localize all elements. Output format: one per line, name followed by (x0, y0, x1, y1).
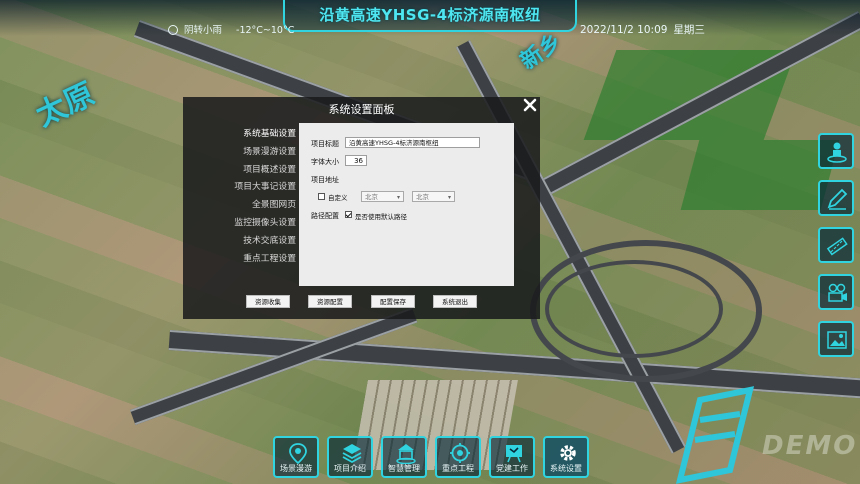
camera-monitor-icon[interactable] (818, 274, 854, 310)
system-exit-button[interactable]: 系统退出 (433, 295, 477, 308)
menu-item-tech-briefing[interactable]: 技术交底设置 (232, 233, 296, 251)
menu-item-scene-roaming[interactable]: 场景漫游设置 (232, 144, 296, 162)
farmland (680, 140, 840, 210)
gear-icon (560, 445, 576, 461)
nav-label: 场景漫游 (280, 464, 312, 473)
project-title-label: 项目标题 (311, 140, 339, 148)
location-pin-icon (289, 443, 307, 464)
custom-address-label: 自定义 (328, 194, 348, 202)
weather-sun-icon (168, 25, 178, 35)
flag-board-icon (506, 445, 522, 463)
pen-edit-icon[interactable] (818, 180, 854, 216)
nav-label: 系统设置 (550, 464, 582, 473)
nav-smart-management[interactable]: 智慧管理 (381, 436, 427, 478)
resource-collect-button[interactable]: 资源收集 (246, 295, 290, 308)
menu-item-panorama[interactable]: 全景图网页 (232, 197, 296, 215)
nav-label: 重点工程 (442, 464, 474, 473)
app-title: 沿黄高速YHSG-4标济源南枢纽 (319, 6, 541, 24)
city-select[interactable]: 北京 ▾ (412, 191, 455, 202)
font-size-input[interactable]: 36 (345, 155, 367, 166)
nav-system-settings[interactable]: 系统设置 (543, 436, 589, 478)
font-size-label: 字体大小 (311, 158, 339, 166)
layers-icon (342, 444, 362, 464)
right-toolbar (818, 133, 858, 368)
address-label: 项目地址 (311, 176, 339, 184)
weekday-text: 星期三 (673, 24, 705, 36)
dialog-title: 系统设置面板 (328, 103, 395, 116)
menu-item-project-overview[interactable]: 项目概述设置 (232, 162, 296, 180)
settings-panel: 项目标题 沿黄高速YHSG-4标济源南枢纽 字体大小 36 项目地址 自定义 北… (299, 123, 514, 286)
route-config-label: 路径配置 (311, 212, 339, 220)
config-save-button[interactable]: 配置保存 (371, 295, 415, 308)
settings-menu: 系统基础设置 场景漫游设置 项目概述设置 项目大事记设置 全景图网页 监控摄像头… (232, 126, 296, 268)
map-label-northwest: 太原 (30, 76, 101, 134)
default-route-checkbox[interactable] (345, 211, 352, 218)
nav-party-work[interactable]: 党建工作 (489, 436, 535, 478)
nav-project-intro[interactable]: 项目介绍 (327, 436, 373, 478)
temperature: -12°C~10°C (236, 25, 295, 36)
building-icon (396, 444, 416, 464)
custom-address-checkbox[interactable] (318, 193, 325, 200)
nav-key-projects[interactable]: 重点工程 (435, 436, 481, 478)
resource-config-button[interactable]: 资源配置 (308, 295, 352, 308)
close-icon[interactable] (523, 98, 537, 112)
menu-item-cameras[interactable]: 监控摄像头设置 (232, 215, 296, 233)
person-location-icon[interactable] (818, 133, 854, 169)
project-title-input[interactable]: 沿黄高速YHSG-4标济源南枢纽 (345, 137, 480, 148)
chevron-down-icon: ▾ (396, 194, 400, 201)
menu-item-milestones[interactable]: 项目大事记设置 (232, 179, 296, 197)
image-gallery-icon[interactable] (818, 321, 854, 357)
weather-text: 阴转小雨 (184, 25, 223, 36)
chevron-down-icon: ▾ (447, 194, 451, 201)
city-value: 北京 (416, 193, 429, 201)
date-time-text: 2022/11/2 10:09 (580, 24, 668, 36)
province-select[interactable]: 北京 ▾ (361, 191, 404, 202)
nav-label: 项目介绍 (334, 464, 366, 473)
demo-watermark: DEMO (762, 431, 858, 461)
datetime: 2022/11/2 10:09 星期三 (580, 22, 705, 37)
menu-item-basic[interactable]: 系统基础设置 (232, 126, 296, 144)
nav-label: 智慧管理 (388, 464, 420, 473)
default-route-label: 是否使用默认路径 (355, 213, 407, 221)
gear-target-icon (450, 443, 470, 463)
ruler-measure-icon[interactable] (818, 227, 854, 263)
interchange-ramp (545, 260, 723, 358)
province-value: 北京 (365, 193, 378, 201)
nav-scene-roaming[interactable]: 场景漫游 (273, 436, 319, 478)
map-building-outline (675, 386, 755, 484)
menu-item-key-projects[interactable]: 重点工程设置 (232, 251, 296, 269)
weather-widget: 阴转小雨 -12°C~10°C (168, 22, 294, 36)
nav-label: 党建工作 (496, 464, 528, 473)
